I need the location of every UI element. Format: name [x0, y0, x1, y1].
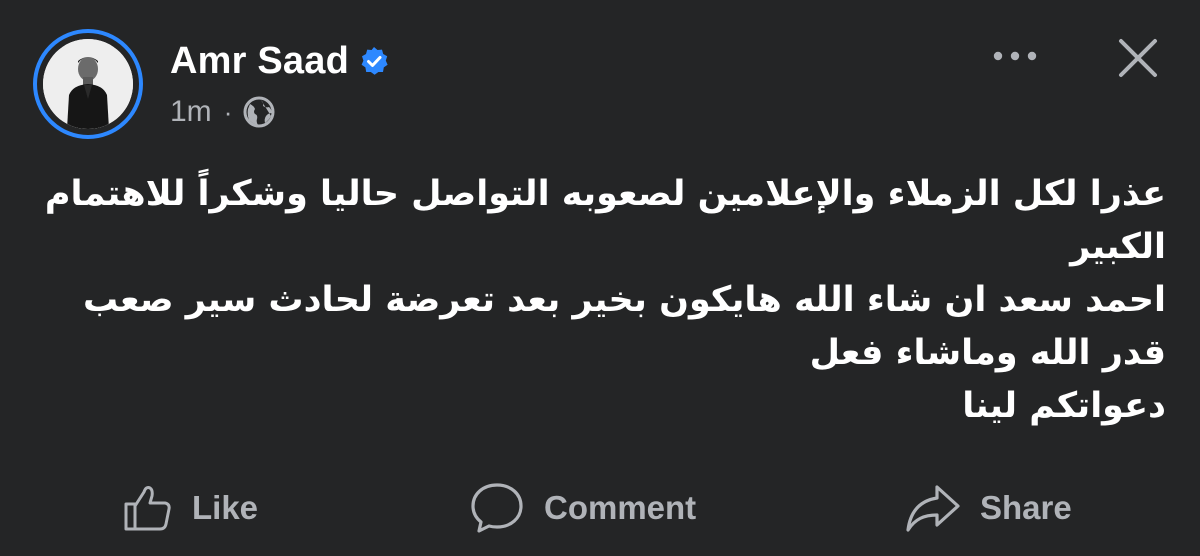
more-icon [993, 51, 1037, 61]
author-name[interactable]: Amr Saad [170, 40, 349, 83]
comment-button[interactable]: Comment [468, 478, 696, 538]
meta-separator: · [223, 96, 233, 127]
like-button[interactable]: Like [122, 478, 258, 538]
comment-label: Comment [544, 489, 697, 526]
share-button[interactable]: Share [904, 478, 1072, 538]
post-text: عذرا لكل الزملاء والإعلامين لصعوبه التوا… [16, 168, 1166, 433]
author-row: Amr Saad [170, 38, 389, 84]
share-label: Share [980, 489, 1072, 526]
share-icon [906, 485, 960, 532]
post-meta: 1m · [170, 92, 276, 132]
comment-icon [471, 483, 523, 533]
like-label: Like [192, 489, 259, 526]
author-avatar[interactable] [33, 29, 143, 139]
post-text-line: قدر الله وماشاء فعل [809, 333, 1166, 373]
verified-badge-icon [359, 46, 389, 76]
post-text-line: احمد سعد ان شاء الله هايكون بخير بعد تعر… [82, 280, 1166, 320]
thumbs-up-icon [124, 486, 171, 531]
post-card: Amr Saad 1m · عذرا لكل الزملاء والإعلامي… [0, 0, 1200, 556]
post-timestamp[interactable]: 1m [170, 95, 212, 129]
globe-icon[interactable] [242, 95, 276, 129]
post-text-line: عذرا لكل الزملاء والإعلامين لصعوبه التوا… [44, 174, 1166, 214]
close-icon [1119, 39, 1157, 77]
more-options-button[interactable] [985, 36, 1045, 76]
close-button[interactable] [1110, 30, 1166, 86]
post-text-line: الكبير [1070, 227, 1166, 267]
avatar-photo [43, 39, 133, 129]
post-text-line: دعواتكم لينا [962, 386, 1166, 426]
